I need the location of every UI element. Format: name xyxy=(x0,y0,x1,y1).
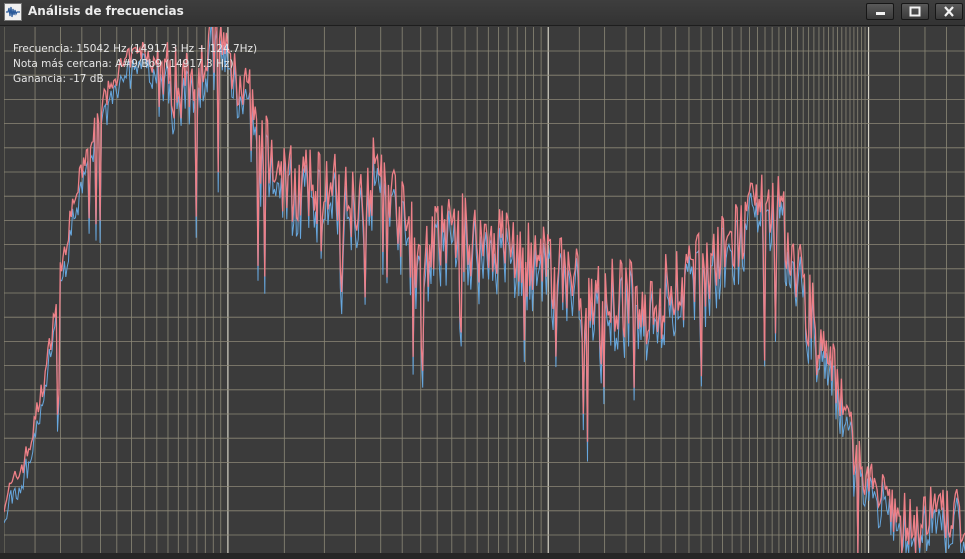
title-bar[interactable]: Análisis de frecuencias xyxy=(0,0,965,26)
horizontal-grid xyxy=(4,50,965,536)
bottom-edge xyxy=(0,553,965,559)
close-icon xyxy=(944,6,954,17)
gain-readout: Ganancia: -17 dB xyxy=(13,73,104,85)
vertical-grid xyxy=(4,27,965,553)
minimize-button[interactable] xyxy=(866,3,894,20)
spectrum-line xyxy=(4,27,965,553)
minimize-icon xyxy=(876,12,885,15)
frequency-plot[interactable]: Frecuencia: 15042 Hz (14917.3 Hz + 124.7… xyxy=(4,27,965,553)
spectrum-peak-line xyxy=(4,27,965,553)
analysis-window: Análisis de frecuencias Frecuencia: 1504… xyxy=(0,0,965,559)
maximize-button[interactable] xyxy=(901,3,929,20)
frequency-readout: Frecuencia: 15042 Hz (14917.3 Hz + 124.7… xyxy=(13,43,258,55)
nearest-note-readout: Nota más cercana: A#9/Bb9 (14917.3 Hz) xyxy=(13,58,234,70)
window-title: Análisis de frecuencias xyxy=(28,4,184,18)
waveform-icon xyxy=(4,3,22,21)
maximize-icon xyxy=(909,6,921,17)
spectrum-chart[interactable] xyxy=(4,27,965,553)
close-button[interactable] xyxy=(935,3,963,20)
spectrum-series xyxy=(4,27,965,553)
